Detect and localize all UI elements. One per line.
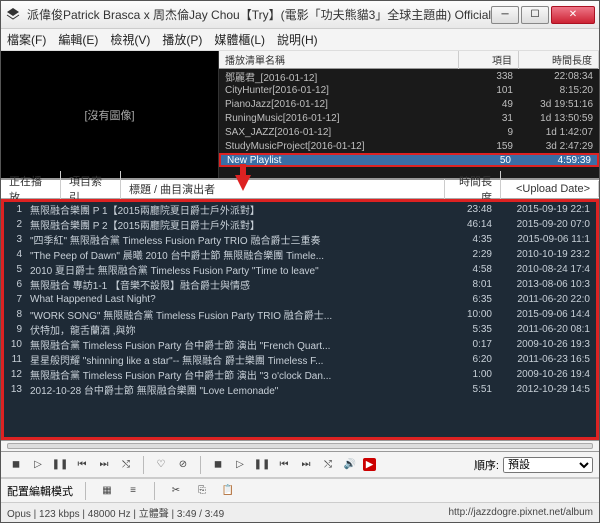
col-title[interactable]: 標題 / 曲目演出者 [121, 179, 445, 199]
close-button[interactable]: ✕ [551, 6, 595, 24]
pause2-button[interactable]: ❚❚ [253, 456, 271, 474]
menu-help[interactable]: 說明(H) [277, 31, 318, 48]
cut-icon[interactable]: ✂ [167, 482, 185, 500]
mix-icon[interactable]: ≡ [124, 482, 142, 500]
ban-icon[interactable]: ⊘ [174, 456, 192, 474]
playlist-row[interactable]: New Playlist504:59:39 [219, 153, 599, 167]
menubar: 檔案(F) 編輯(E) 檢視(V) 播放(P) 媒體櫃(L) 說明(H) [1, 29, 599, 51]
track-row[interactable]: 2無限融合樂團 P 2【2015兩廳院夏日爵士戶外派對】46:142015-09… [4, 217, 596, 232]
menu-edit[interactable]: 編輯(E) [58, 31, 98, 48]
menu-play[interactable]: 播放(P) [162, 31, 202, 48]
track-row[interactable]: 52010 夏日爵士 無限融合黨 Timeless Fusion Party "… [4, 262, 596, 277]
track-row[interactable]: 1無限融合樂團 P 1【2015兩廳院夏日爵士戶外派對】23:482015-09… [4, 202, 596, 217]
track-row[interactable]: 7What Happened Last Night?6:352011-06-20… [4, 292, 596, 307]
paste-icon[interactable]: 📋 [219, 482, 237, 500]
grid-icon[interactable]: ▦ [98, 482, 116, 500]
track-row[interactable]: 10無限融合黨 Timeless Fusion Party 台中爵士節 演出 "… [4, 337, 596, 352]
prev-button[interactable]: ⏮ [73, 456, 91, 474]
track-row[interactable]: 132012-10-28 台中爵士節 無限融合樂團 "Love Lemonade… [4, 382, 596, 397]
track-row[interactable]: 9伏特加，龍舌蘭酒 ,與妳5:352011-06-20 08:1 [4, 322, 596, 337]
playlist-row[interactable]: StudyMusicProject[2016-01-12]1593d 2:47:… [219, 139, 599, 153]
audio-info: Opus | 123 kbps | 48000 Hz | 立體聲 | 3:49 … [7, 505, 224, 520]
col-upload[interactable]: <Upload Date> [501, 181, 599, 197]
menu-view[interactable]: 檢視(V) [110, 31, 150, 48]
menu-library[interactable]: 媒體櫃(L) [214, 31, 265, 48]
heart-icon[interactable]: ♡ [152, 456, 170, 474]
next-button[interactable]: ⏭ [95, 456, 113, 474]
no-image-label: [沒有圖像] [84, 107, 134, 123]
col-length[interactable]: 時間長度 [519, 51, 599, 69]
playback-controls: ◼ ▷ ❚❚ ⏮ ⏭ ⤭ ♡ ⊘ ◼ ▷ ❚❚ ⏮ ⏭ ⤭ 🔊 ▶ 順序: 預設 [1, 452, 599, 478]
status-bar: Opus | 123 kbps | 48000 Hz | 立體聲 | 3:49 … [1, 502, 599, 522]
playlist-header: 播放清單名稱 項目 時間長度 [219, 51, 599, 69]
track-columns: 正在播放 項目索引 標題 / 曲目演出者 時間長度 <Upload Date> [1, 179, 599, 199]
col-count[interactable]: 項目 [459, 51, 519, 69]
track-row[interactable]: 8"WORK SONG" 無限融合黨 Timeless Fusion Party… [4, 307, 596, 322]
col-name[interactable]: 播放清單名稱 [219, 51, 459, 69]
menu-file[interactable]: 檔案(F) [7, 31, 46, 48]
window-title: 派偉俊Patrick Brasca x 周杰倫Jay Chou【Try】(電影「… [27, 6, 491, 23]
play-button[interactable]: ▷ [29, 456, 47, 474]
track-row[interactable]: 12無限融合黨 Timeless Fusion Party 台中爵士節 演出 "… [4, 367, 596, 382]
playlist-row[interactable]: RuningMusic[2016-01-12]311d 13:50:59 [219, 111, 599, 125]
annotation-arrow-head [235, 175, 251, 191]
youtube-icon[interactable]: ▶ [363, 458, 376, 471]
track-row[interactable]: 3"四季紅" 無限融合黨 Timeless Fusion Party TRIO … [4, 232, 596, 247]
stop2-button[interactable]: ◼ [209, 456, 227, 474]
random-button[interactable]: ⤭ [117, 456, 135, 474]
order-select[interactable]: 預設 [503, 457, 593, 473]
maximize-button[interactable]: ☐ [521, 6, 549, 24]
playlist-row[interactable]: 鄧麗君_[2016-01-12]33822:08:34 [219, 69, 599, 83]
stop-button[interactable]: ◼ [7, 456, 25, 474]
prev2-button[interactable]: ⏮ [275, 456, 293, 474]
track-row[interactable]: 6無限融合 專訪1-1 【音樂不設限】融合爵士與情感8:012013-08-06… [4, 277, 596, 292]
minimize-button[interactable]: ─ [491, 6, 519, 24]
playlist-row[interactable]: PianoJazz[2016-01-12]493d 19:51:16 [219, 97, 599, 111]
track-row[interactable]: 4"The Peep of Dawn" 晨曦 2010 台中爵士節 無限融合樂團… [4, 247, 596, 262]
track-list[interactable]: 1無限融合樂團 P 1【2015兩廳院夏日爵士戶外派對】23:482015-09… [1, 199, 599, 440]
order-label: 順序: [474, 457, 499, 473]
bottom-toolbar: 配置編輯模式 ▦ ≡ ✂ ⎘ 📋 [1, 478, 599, 502]
titlebar: 派偉俊Patrick Brasca x 周杰倫Jay Chou【Try】(電影「… [1, 1, 599, 29]
playlist-row[interactable]: CityHunter[2016-01-12]1018:15:20 [219, 83, 599, 97]
layout-edit-label[interactable]: 配置編輯模式 [7, 483, 73, 499]
app-icon [5, 7, 21, 23]
pause-button[interactable]: ❚❚ [51, 456, 69, 474]
track-row[interactable]: 11星星般閃耀 "shinning like a star"-- 無限融合 爵士… [4, 352, 596, 367]
playlist-manager[interactable]: 播放清單名稱 項目 時間長度 鄧麗君_[2016-01-12]33822:08:… [219, 51, 599, 178]
source-url: http://jazzdogre.pixnet.net/album [448, 507, 593, 518]
random2-button[interactable]: ⤭ [319, 456, 337, 474]
seek-bar[interactable] [1, 440, 599, 452]
copy-icon[interactable]: ⎘ [193, 482, 211, 500]
album-art: [沒有圖像] [1, 51, 219, 178]
volume-button[interactable]: 🔊 [341, 456, 359, 474]
next2-button[interactable]: ⏭ [297, 456, 315, 474]
play2-button[interactable]: ▷ [231, 456, 249, 474]
playlist-row[interactable]: SAX_JAZZ[2016-01-12]91d 1:42:07 [219, 125, 599, 139]
